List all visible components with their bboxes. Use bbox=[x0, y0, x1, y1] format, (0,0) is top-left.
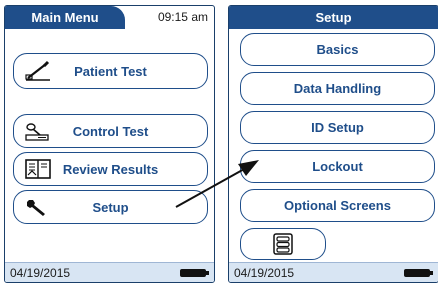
clock-time: 09:15 am bbox=[157, 10, 208, 24]
setup-button[interactable]: Setup bbox=[13, 190, 208, 224]
meter-strip-icon bbox=[24, 60, 52, 82]
status-date: 04/19/2015 bbox=[10, 266, 71, 280]
status-bar: 04/19/2015 bbox=[5, 262, 214, 282]
setup-screen: Setup Basics Data Handling ID Setup Lock… bbox=[228, 5, 438, 283]
id-setup-button[interactable]: ID Setup bbox=[240, 111, 435, 144]
control-test-button[interactable]: Control Test bbox=[13, 114, 208, 148]
review-results-label: Review Results bbox=[62, 161, 159, 177]
patient-test-button[interactable]: Patient Test bbox=[13, 53, 208, 89]
id-setup-label: ID Setup bbox=[311, 120, 364, 135]
main-menu-screen: Main Menu 09:15 am Patient Test Control … bbox=[4, 5, 215, 283]
main-menu-header: Main Menu 09:15 am bbox=[5, 6, 214, 29]
battery-icon bbox=[404, 269, 433, 277]
basics-label: Basics bbox=[316, 42, 359, 57]
control-meter-icon bbox=[24, 120, 52, 142]
list-menu-icon bbox=[272, 232, 294, 256]
list-menu-button[interactable] bbox=[240, 228, 326, 260]
status-bar: 04/19/2015 bbox=[229, 262, 438, 282]
optional-screens-label: Optional Screens bbox=[284, 198, 391, 213]
lockout-button[interactable]: Lockout bbox=[240, 150, 435, 183]
main-menu-title: Main Menu bbox=[5, 6, 125, 29]
basics-button[interactable]: Basics bbox=[240, 33, 435, 66]
review-results-button[interactable]: Review Results bbox=[13, 152, 208, 186]
setup-title: Setup bbox=[229, 6, 438, 29]
data-handling-button[interactable]: Data Handling bbox=[240, 72, 435, 105]
optional-screens-button[interactable]: Optional Screens bbox=[240, 189, 435, 222]
lockout-label: Lockout bbox=[312, 159, 363, 174]
book-results-icon bbox=[24, 158, 52, 180]
patient-test-label: Patient Test bbox=[74, 63, 147, 79]
wrench-icon bbox=[24, 196, 52, 218]
setup-label: Setup bbox=[92, 199, 129, 215]
status-date: 04/19/2015 bbox=[234, 266, 295, 280]
battery-icon bbox=[180, 269, 209, 277]
control-test-label: Control Test bbox=[72, 123, 149, 139]
data-handling-label: Data Handling bbox=[293, 81, 382, 96]
